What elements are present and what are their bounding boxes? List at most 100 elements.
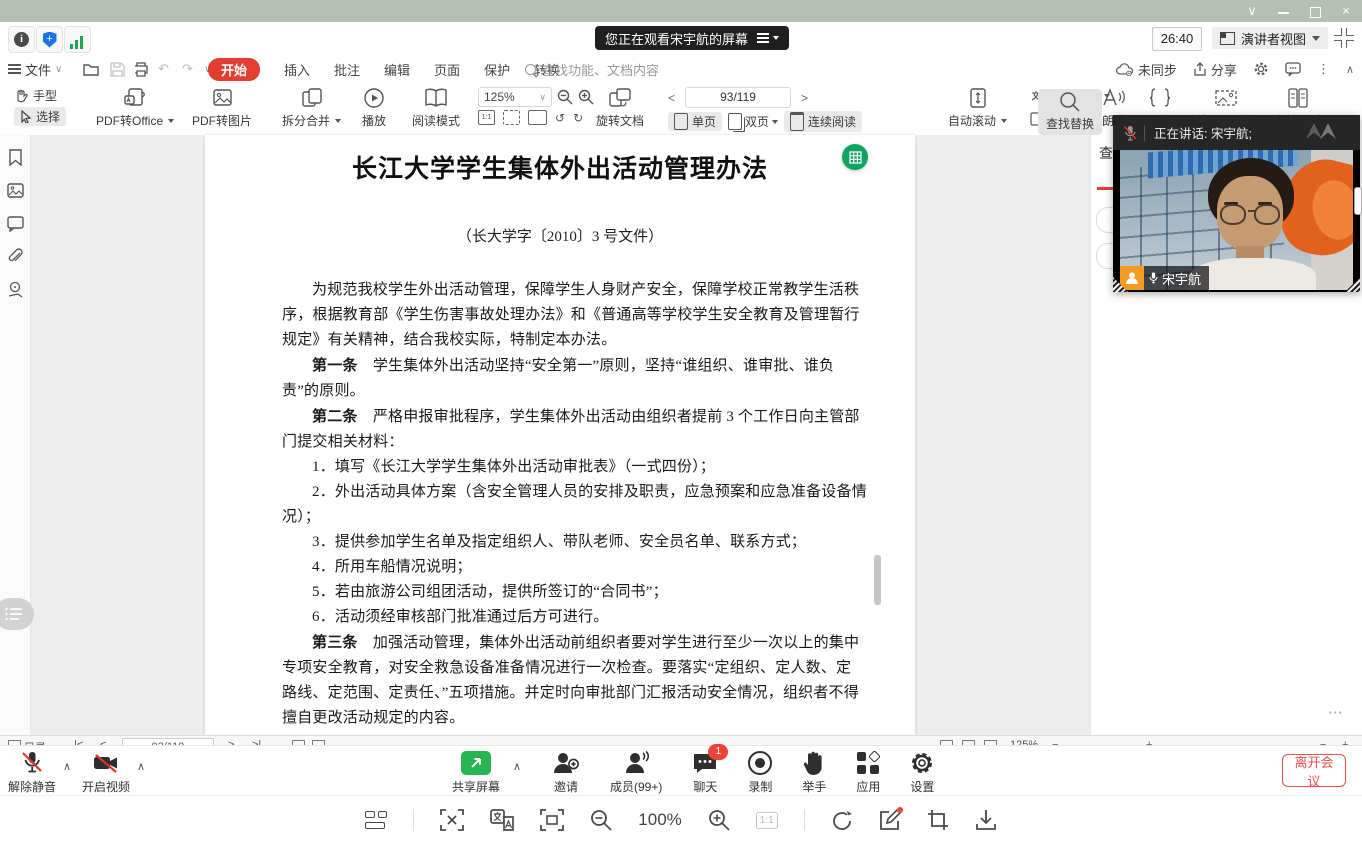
invite-button[interactable]: 邀请	[552, 750, 580, 795]
rotate-right-icon[interactable]: ↻	[573, 111, 583, 125]
share-options-chevron[interactable]: ∧	[512, 750, 522, 795]
pdf-to-image-icon	[210, 87, 234, 109]
toc-float-button[interactable]	[0, 598, 34, 630]
image-icon[interactable]	[7, 182, 24, 199]
record-button[interactable]: 录制	[748, 750, 772, 795]
play-button[interactable]: 播放	[362, 87, 386, 129]
leave-meeting-button[interactable]: 离开会议	[1282, 754, 1346, 787]
zoom-out-icon[interactable]	[557, 89, 573, 105]
continuous-button[interactable]: 连续阅读	[784, 111, 862, 132]
translate-icon[interactable]	[490, 809, 514, 831]
settings-button[interactable]: 设置	[910, 750, 934, 795]
split-merge-button[interactable]: 拆分合并	[282, 87, 341, 129]
crop-icon[interactable]	[927, 809, 949, 831]
rotate-icon[interactable]	[831, 809, 853, 831]
start-video-button[interactable]: 开启视频	[82, 750, 130, 795]
v-scrollbar-thumb[interactable]	[874, 555, 881, 605]
edit-button[interactable]	[879, 809, 901, 831]
fit-width-icon[interactable]	[503, 110, 520, 125]
auto-scroll-button[interactable]: 自动滚动	[948, 87, 1007, 129]
ocr-extract-icon[interactable]	[440, 809, 464, 831]
print-button[interactable]	[132, 55, 150, 83]
double-page-button[interactable]: 双页	[728, 113, 778, 130]
collapse-icon[interactable]: ∨	[1242, 3, 1262, 19]
stamp-icon[interactable]	[7, 281, 24, 298]
tab-批注[interactable]: 批注	[334, 60, 360, 79]
tab-插入[interactable]: 插入	[284, 60, 310, 79]
panel-more-dots[interactable]: ⋯	[1328, 703, 1345, 721]
speaker-bar: 正在讲话: 宋宇航;	[1113, 115, 1360, 150]
banner-menu-icon[interactable]	[757, 37, 769, 39]
bookmark-icon[interactable]	[7, 149, 24, 166]
share-button[interactable]: 分享	[1193, 60, 1237, 79]
tab-保护[interactable]: 保护	[484, 60, 510, 79]
search-functions[interactable]: 查找功能、文档内容	[525, 55, 659, 83]
document-line: 专项安全教育，对安全救急设备准备情况进行一次检查。要落实“定组织、定人数、定	[282, 656, 838, 681]
tab-开始[interactable]: 开始	[208, 58, 260, 81]
fullscreen-icon[interactable]	[540, 809, 564, 831]
zoom-group: 125%∨ 1:1 ↺ ↻	[478, 87, 594, 125]
rotate-left-icon[interactable]: ↺	[555, 111, 565, 125]
split-merge-icon	[300, 87, 324, 109]
tab-页面[interactable]: 页面	[434, 60, 460, 79]
speaker-video-panel[interactable]: 正在讲话: 宋宇航;	[1113, 115, 1360, 292]
zoom-in-icon[interactable]	[578, 89, 594, 105]
zoom-select[interactable]: 125%∨	[478, 87, 552, 107]
pdf-to-image-button[interactable]: PDF转图片	[192, 87, 252, 129]
chat-button[interactable]: 1 聊天	[692, 750, 718, 795]
prev-page-icon[interactable]: <	[668, 91, 675, 105]
security-button[interactable]	[36, 26, 63, 53]
sync-status[interactable]: 未同步	[1116, 60, 1177, 79]
comment-icon[interactable]	[7, 215, 24, 232]
single-page-button[interactable]: 单页	[668, 112, 722, 131]
close-icon[interactable]: ×	[1336, 3, 1356, 19]
rotate-doc-button[interactable]: 旋转文档	[596, 87, 644, 129]
share-screen-button[interactable]: 共享屏幕	[452, 750, 500, 795]
video-options-chevron[interactable]: ∧	[134, 750, 148, 773]
fullscreen-toggle-icon[interactable]	[1334, 28, 1354, 48]
select-tool[interactable]: 选择	[14, 107, 66, 126]
raise-hand-button[interactable]: 举手	[802, 750, 826, 795]
maximize-icon[interactable]	[1310, 7, 1321, 18]
page-indicator[interactable]: 93/119	[685, 87, 791, 108]
file-menu[interactable]: 文件 ∨	[8, 55, 62, 83]
pdf-to-office-button[interactable]: PDF转Office	[96, 87, 174, 129]
open-button[interactable]	[82, 55, 100, 83]
printer-icon	[132, 60, 150, 78]
read-mode-button[interactable]: 阅读模式	[412, 87, 460, 129]
network-stats-button[interactable]	[64, 26, 91, 53]
more-menu-icon[interactable]: ⋮	[1317, 61, 1330, 77]
mic-options-chevron[interactable]: ∧	[60, 750, 74, 773]
hand-tool[interactable]: 手型	[14, 87, 57, 104]
zoom-out-icon[interactable]	[590, 809, 612, 831]
collapse-ribbon-icon[interactable]: ∧	[1346, 63, 1354, 76]
document-line: 第三条 加强活动管理，集体外出活动前组织者要对学生进行至少一次以上的集中	[282, 630, 838, 656]
fit-page-icon[interactable]	[528, 110, 547, 125]
menu-icon	[8, 68, 21, 70]
document-line: 5．若由旅游公司组团活动，提供所签订的“合同书”；	[282, 580, 838, 605]
thumbnail-grid-icon[interactable]	[365, 811, 387, 829]
zoom-in-icon[interactable]	[708, 809, 730, 831]
apps-button[interactable]: 应用	[856, 750, 880, 795]
unmute-button[interactable]: 解除静音	[8, 750, 56, 795]
panel-collapse-handle[interactable]	[1354, 187, 1362, 215]
view-mode-select[interactable]: 演讲者视图	[1212, 27, 1328, 49]
minimize-icon[interactable]	[1278, 12, 1289, 14]
person-icon	[1125, 271, 1139, 285]
speaking-label: 正在讲话: 宋宇航;	[1154, 123, 1252, 142]
find-replace-button[interactable]: 查找替换	[1038, 89, 1102, 135]
members-icon	[622, 750, 650, 776]
table-assistant-fab[interactable]	[842, 144, 868, 170]
comment-button[interactable]	[1285, 62, 1301, 76]
watching-banner[interactable]: 您正在观看宋宇航的屏幕	[595, 26, 789, 50]
info-button[interactable]: i	[8, 26, 35, 53]
download-icon[interactable]	[975, 809, 997, 831]
members-button[interactable]: 成员(99+)	[610, 750, 662, 795]
settings-button[interactable]	[1253, 61, 1269, 77]
attachment-icon[interactable]	[7, 248, 24, 265]
actual-size-icon[interactable]: 1:1	[478, 110, 495, 125]
tab-编辑[interactable]: 编辑	[384, 60, 410, 79]
split-merge-label: 拆分合并	[282, 112, 330, 129]
pdf-page[interactable]: 长江大学学生集体外出活动管理办法 （长大学字〔2010〕3 号文件） 为规范我校…	[205, 135, 915, 735]
next-page-icon[interactable]: >	[801, 91, 808, 105]
